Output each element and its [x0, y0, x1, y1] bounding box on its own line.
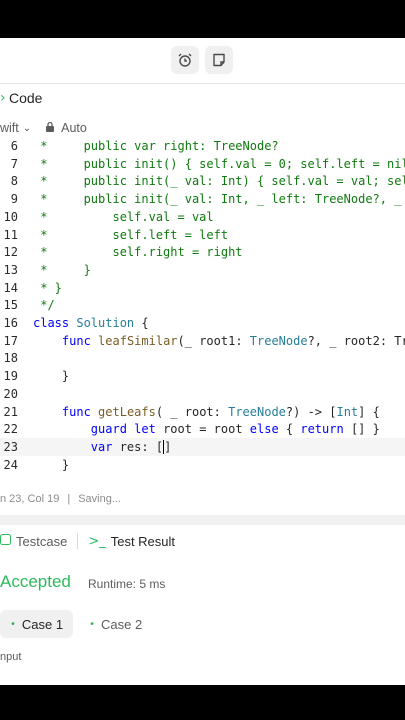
code-line[interactable]: 21 func getLeafs( _ root: TreeNode?) -> …: [0, 403, 405, 421]
case-tab-2-label: Case 2: [101, 616, 143, 632]
line-number: 10: [3, 209, 18, 224]
code-text: class Solution {: [33, 316, 149, 330]
autocomplete-toggle[interactable]: Auto: [61, 121, 87, 135]
tab-separator: [77, 533, 79, 549]
code-editor[interactable]: 6 * public var right: TreeNode? 7 * publi…: [0, 137, 405, 477]
code-line[interactable]: 12 * self.right = right: [0, 243, 405, 261]
code-line[interactable]: 13 * }: [0, 261, 405, 279]
code-line[interactable]: 15 */: [0, 296, 405, 314]
line-number: 11: [3, 227, 18, 242]
line-number: 17: [3, 333, 18, 348]
case-tab-2[interactable]: • Case 2: [79, 610, 152, 638]
code-text: * public init(_ val: Int) { self.val = v…: [33, 174, 405, 189]
case-tabs: • Case 1 • Case 2: [0, 610, 152, 638]
line-number: 18: [3, 351, 18, 366]
code-text: }: [33, 369, 70, 384]
editor-status-bar: n 23, Col 19 | Saving...: [0, 488, 405, 510]
code-line[interactable]: 7 * public init() { self.val = 0; self.l…: [0, 155, 405, 173]
line-number: 21: [3, 404, 18, 419]
alarm-clock-button[interactable]: [171, 46, 199, 74]
runtime-label: Runtime: 5 ms: [88, 577, 166, 591]
code-line[interactable]: 14 * }: [0, 279, 405, 297]
line-number: 7: [10, 156, 18, 171]
line-number: 14: [3, 280, 18, 295]
code-text: */: [33, 298, 55, 313]
result-status: Accepted: [0, 572, 71, 591]
tab-testcase-label: Testcase: [16, 533, 68, 549]
code-panel-header: › Code: [0, 84, 405, 112]
language-selector[interactable]: wift: [0, 121, 19, 135]
chevron-right-icon: ›: [0, 90, 6, 106]
code-line[interactable]: 19 }: [0, 367, 405, 385]
line-number: 12: [3, 245, 18, 260]
code-line[interactable]: 9 * public init(_ val: Int, _ left: Tree…: [0, 190, 405, 208]
code-line[interactable]: 23 var res: []: [0, 437, 405, 456]
code-text: * }: [33, 262, 91, 277]
pass-dot-icon: •: [89, 618, 96, 630]
code-line[interactable]: 18: [0, 349, 405, 367]
code-text: }: [33, 457, 70, 472]
line-number: 22: [3, 422, 18, 437]
code-line[interactable]: 22 guard let root = root else { return […: [0, 420, 405, 438]
code-line[interactable]: 10 * self.val = val: [0, 208, 405, 226]
pass-dot-icon: •: [10, 618, 16, 630]
code-text: * self.val = val: [33, 209, 214, 224]
screen: › Code wift ⌄ Auto 6 * public var right:…: [0, 0, 405, 720]
sticky-note-icon: [213, 53, 225, 67]
line-number: 19: [3, 369, 18, 384]
code-text: * public init() { self.val = 0; self.lef…: [33, 156, 405, 171]
case-tab-1[interactable]: • Case 1: [0, 610, 74, 638]
line-number: 16: [3, 316, 18, 330]
case-tab-1-label: Case 1: [21, 616, 64, 632]
code-line[interactable]: 20: [0, 385, 405, 403]
panel-divider[interactable]: [0, 515, 405, 525]
line-number: 9: [10, 192, 18, 207]
code-line[interactable]: 11 * self.left = left: [0, 226, 405, 244]
code-line[interactable]: 8 * public init(_ val: Int) { self.val =…: [0, 172, 405, 190]
status-separator: |: [67, 493, 71, 505]
note-button[interactable]: [205, 46, 233, 74]
code-line[interactable]: 24 }: [0, 456, 405, 474]
chevron-down-icon[interactable]: ⌄: [23, 123, 31, 134]
code-text: * self.right = right: [33, 245, 243, 260]
code-text: func getLeafs( _ root: TreeNode?) -> [In…: [61, 404, 380, 419]
line-number: 8: [10, 174, 18, 189]
code-line[interactable]: 6 * public var right: TreeNode?: [0, 137, 405, 155]
line-number: 6: [10, 139, 18, 153]
editor-toolbar: [0, 38, 405, 84]
lock-icon: [45, 121, 55, 135]
code-text: func leafSimilar(_ root1: TreeNode?, _ r…: [61, 333, 405, 348]
input-label: nput: [0, 651, 22, 663]
cursor-position: n 23, Col 19: [0, 493, 60, 505]
device-bottom-bar: [0, 685, 405, 720]
line-number: 24: [3, 457, 18, 472]
code-text: * public var right: TreeNode?: [33, 139, 279, 153]
tab-test-result-label: Test Result: [110, 533, 176, 549]
tab-testcase[interactable]: Testcase: [0, 533, 68, 549]
code-line[interactable]: 17 func leafSimilar(_ root1: TreeNode?, …: [0, 332, 405, 350]
line-number: 23: [3, 439, 18, 454]
device-top-bar: [0, 0, 405, 38]
line-number: 15: [3, 298, 18, 313]
checkbox-icon: [0, 533, 11, 549]
code-text: * public init(_ val: Int, _ left: TreeNo…: [33, 192, 405, 207]
text-cursor: [163, 440, 165, 455]
terminal-prompt-icon: >_: [88, 533, 106, 549]
line-number: 20: [3, 386, 18, 401]
tab-test-result[interactable]: >_ Test Result: [88, 534, 175, 549]
code-text: var res: []: [90, 439, 172, 455]
line-number: 13: [3, 262, 18, 277]
console-tabs: Testcase >_ Test Result: [0, 528, 405, 554]
code-text: guard let root = root else { return [] }: [90, 422, 380, 437]
code-line[interactable]: 16 class Solution {: [0, 314, 405, 332]
code-text: * self.left = left: [33, 227, 229, 242]
code-text: * }: [33, 280, 62, 295]
alarm-clock-icon: [178, 53, 192, 67]
save-status: Saving...: [78, 493, 121, 505]
code-panel-title: Code: [9, 90, 43, 106]
